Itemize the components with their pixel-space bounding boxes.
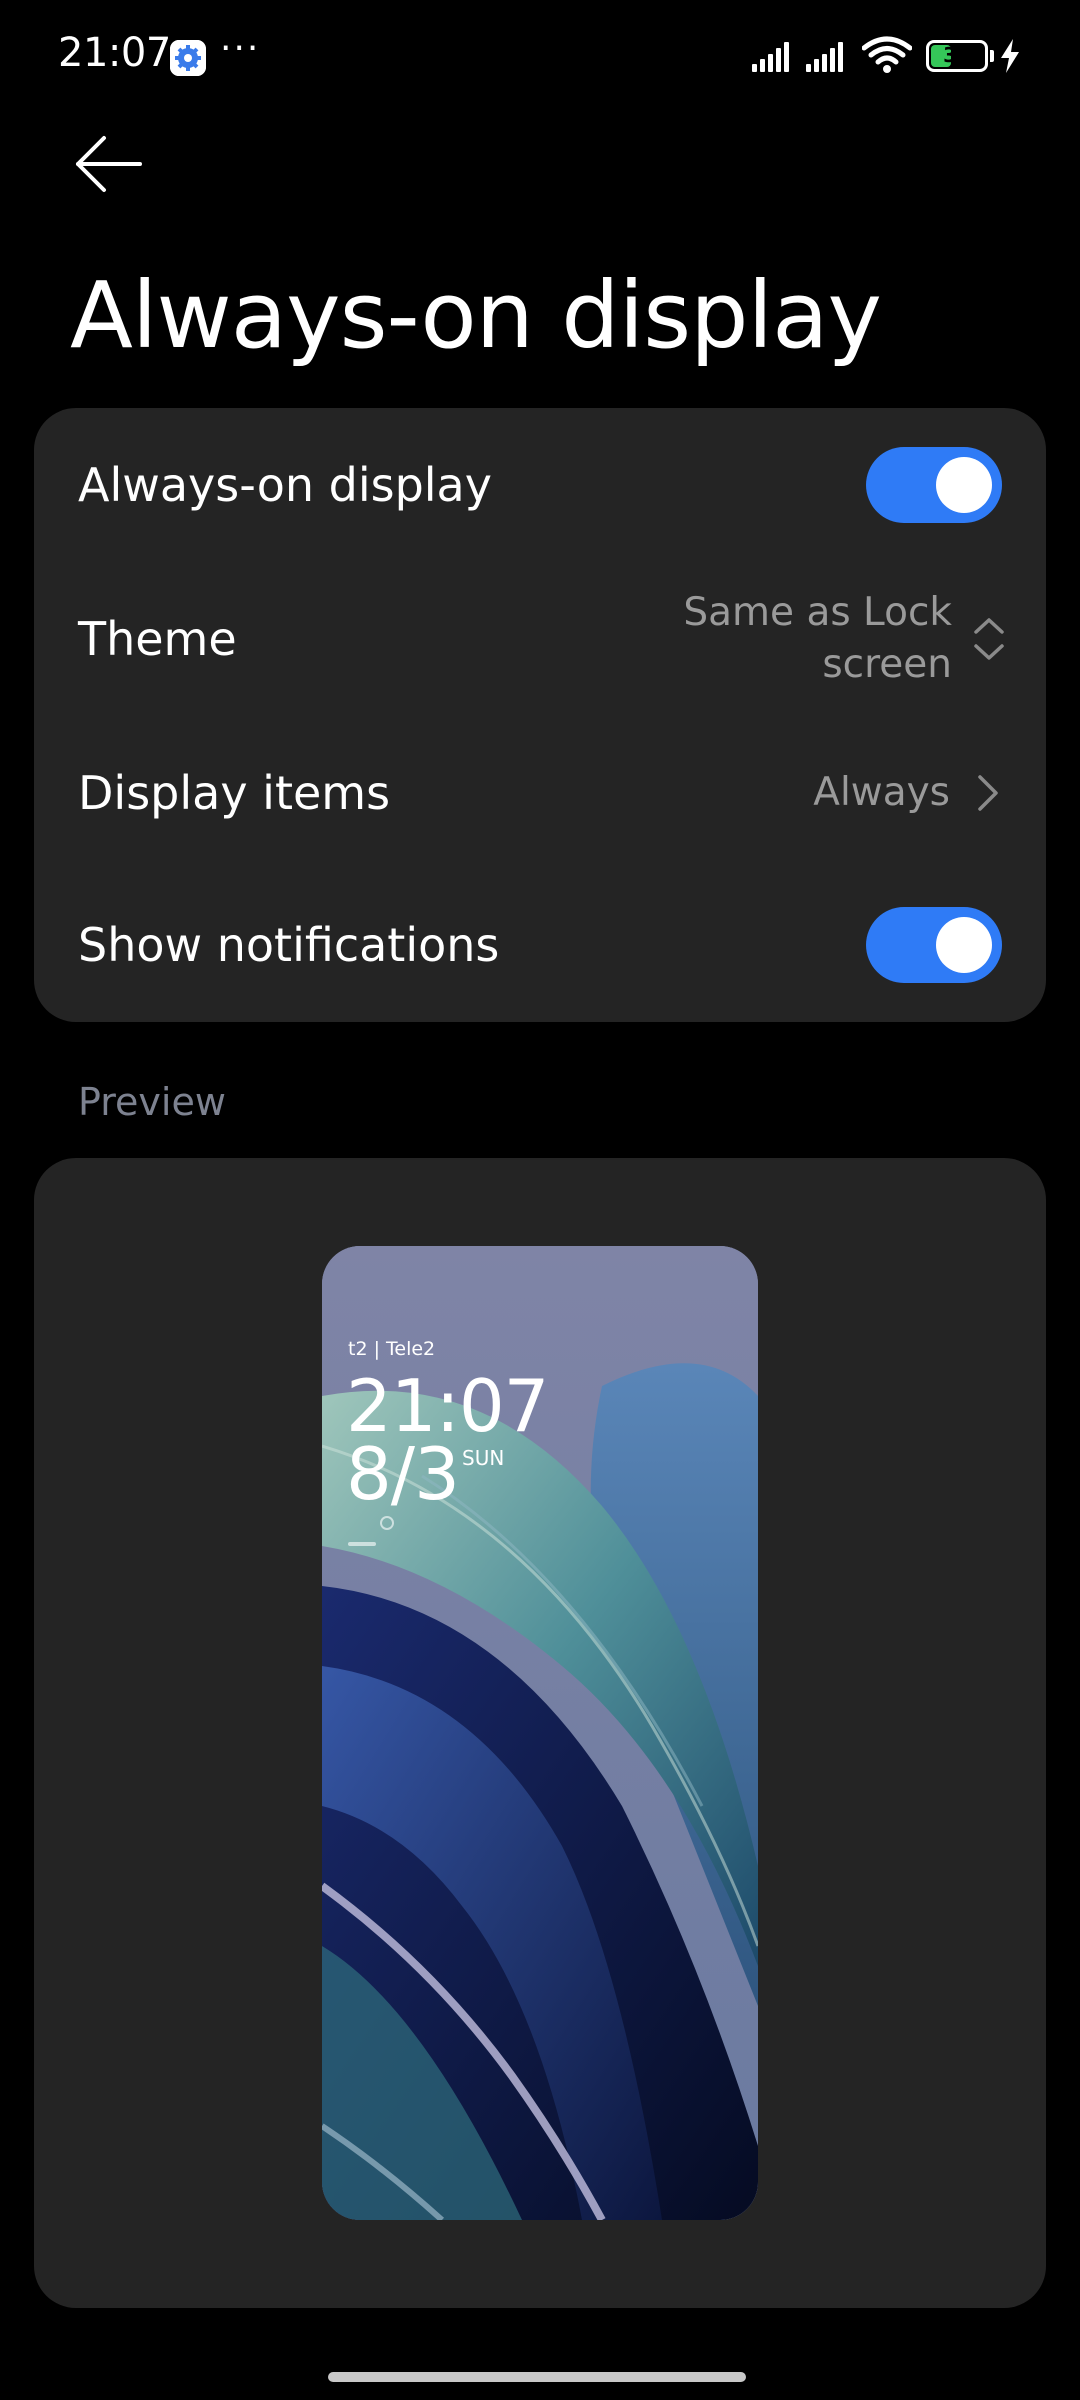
always-on-toggle[interactable]	[866, 447, 1002, 523]
wifi-icon	[862, 36, 912, 73]
settings-card: Always-on display Theme Same as Lock scr…	[34, 408, 1046, 1022]
preview-section-label: Preview	[78, 1080, 226, 1124]
toggle-knob	[936, 917, 992, 973]
theme-value-line2: screen	[822, 642, 952, 687]
show-notifications-label: Show notifications	[78, 918, 500, 972]
preview-carrier: t2 | Tele2	[348, 1338, 436, 1360]
charging-icon	[1001, 39, 1019, 73]
battery-icon: 36	[926, 40, 994, 72]
page-title: Always-on display	[70, 262, 882, 369]
battery-level: 36	[943, 43, 971, 67]
more-notifications-icon: ···	[220, 28, 261, 69]
show-notifications-row[interactable]: Show notifications	[34, 868, 1046, 1022]
back-arrow-icon	[76, 136, 142, 192]
show-notifications-toggle[interactable]	[866, 907, 1002, 983]
status-bar: 21:07 ··· 36	[0, 0, 1080, 112]
preview-dash	[348, 1542, 376, 1546]
preview-dot-icon	[380, 1516, 394, 1530]
theme-label: Theme	[78, 612, 237, 666]
theme-value: Same as Lock screen	[632, 587, 952, 691]
toggle-knob	[936, 457, 992, 513]
display-items-row[interactable]: Display items Always	[34, 716, 1046, 870]
chevron-up-down-icon	[974, 618, 1004, 660]
settings-icon	[170, 40, 206, 76]
always-on-row[interactable]: Always-on display	[34, 408, 1046, 562]
aod-preview: t2 | Tele2 21:07 8/3 SUN	[322, 1246, 758, 2220]
signal-icon	[806, 42, 843, 72]
signal-icon	[752, 42, 789, 72]
theme-row[interactable]: Theme Same as Lock screen	[34, 562, 1046, 716]
display-items-label: Display items	[78, 766, 391, 820]
theme-value-line1: Same as Lock	[683, 590, 952, 635]
status-time: 21:07	[58, 30, 171, 76]
chevron-right-icon	[978, 775, 998, 811]
preview-date: 8/3	[346, 1432, 460, 1516]
always-on-label: Always-on display	[78, 458, 492, 512]
preview-day: SUN	[462, 1446, 505, 1470]
home-indicator[interactable]	[328, 2372, 746, 2382]
back-button[interactable]	[74, 134, 144, 194]
display-items-value: Always	[813, 770, 950, 815]
